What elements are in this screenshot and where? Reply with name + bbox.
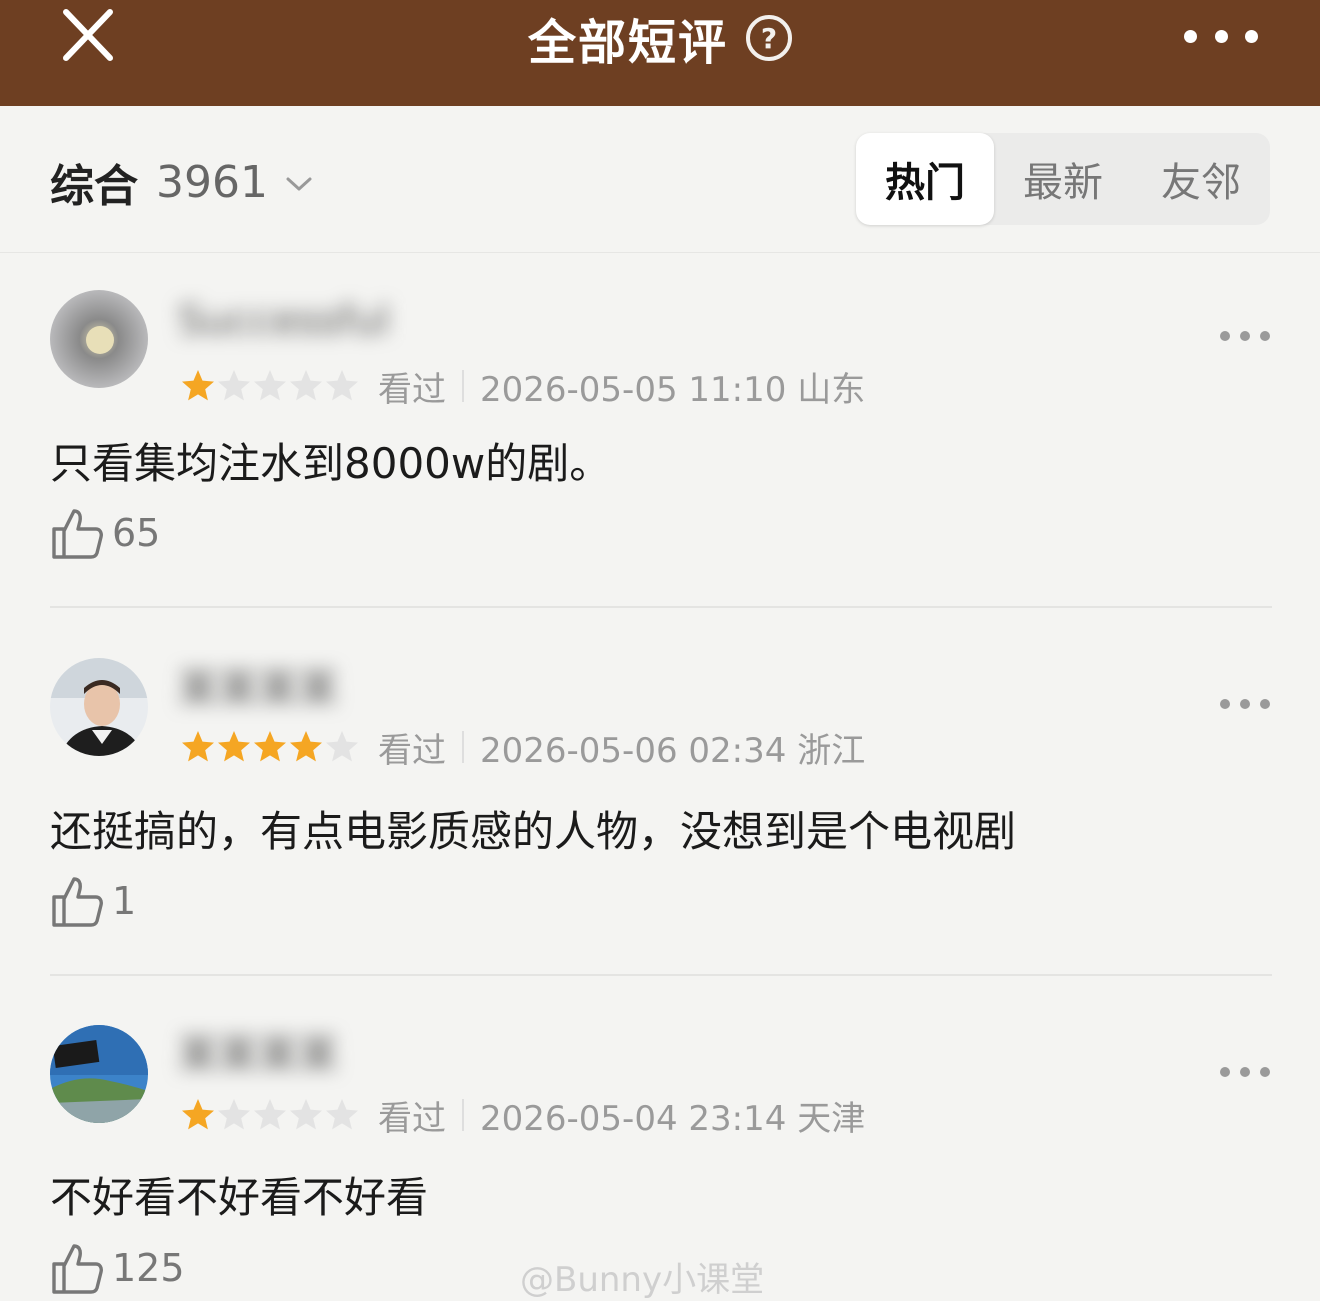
divider — [50, 974, 1272, 976]
divider — [462, 731, 464, 763]
like-count: 1 — [112, 879, 137, 923]
username[interactable]: 某某某某 — [178, 1022, 338, 1092]
star-empty-icon — [218, 1099, 250, 1130]
divider — [50, 606, 1272, 608]
sort-tabs: 热门 最新 友邻 — [856, 133, 1270, 225]
star-filled-icon — [218, 731, 250, 762]
like-button[interactable]: 1 — [50, 873, 136, 929]
thumbs-up-icon — [52, 1244, 103, 1294]
review-content: 还挺搞的，有点电影质感的人物，没想到是个电视剧 — [50, 807, 1017, 856]
like-button[interactable]: 125 — [50, 1240, 185, 1296]
star-filled-icon — [182, 1099, 214, 1130]
review-meta: 看过 2026-05-05 11:10 山东 — [180, 366, 865, 410]
chevron-down-icon — [286, 177, 312, 191]
rating-stars — [180, 368, 360, 404]
review-datetime: 2026-05-04 23:14 天津 — [480, 1098, 866, 1139]
dot-icon — [1240, 1067, 1250, 1077]
watch-status: 看过 — [378, 730, 446, 771]
more-options-button[interactable] — [1184, 24, 1258, 48]
dot-icon — [1220, 331, 1230, 341]
star-filled-icon — [290, 731, 322, 762]
help-icon[interactable]: ? — [746, 15, 792, 61]
username[interactable]: 某某某某 — [178, 656, 338, 726]
dot-icon — [1220, 1067, 1230, 1077]
tab-friends[interactable]: 友邻 — [1132, 133, 1270, 225]
dot-icon — [1220, 699, 1230, 709]
review-count: 3961 — [156, 156, 268, 208]
star-filled-icon — [182, 370, 214, 401]
rating-stars — [180, 729, 360, 765]
title-wrap: 全部短评 ? — [0, 0, 1320, 76]
star-empty-icon — [326, 731, 358, 762]
star-empty-icon — [218, 370, 250, 401]
thumbs-up-icon — [52, 877, 103, 927]
avatar[interactable] — [50, 658, 148, 756]
star-empty-icon — [254, 370, 286, 401]
star-filled-icon — [254, 731, 286, 762]
avatar[interactable] — [50, 1025, 148, 1123]
star-empty-icon — [326, 1099, 358, 1130]
dot-icon — [1214, 29, 1228, 43]
star-empty-icon — [326, 370, 358, 401]
dot-icon — [1260, 699, 1270, 709]
review-more-button[interactable] — [1220, 699, 1270, 713]
review-more-button[interactable] — [1220, 1067, 1270, 1081]
dot-icon — [1245, 29, 1258, 43]
top-bar: 全部短评 ? — [0, 0, 1320, 106]
like-count: 125 — [112, 1246, 185, 1290]
dot-icon — [1260, 331, 1270, 341]
star-empty-icon — [290, 370, 322, 401]
dot-icon — [1240, 331, 1250, 341]
divider — [462, 1099, 464, 1131]
review-more-button[interactable] — [1220, 331, 1270, 345]
divider — [462, 370, 464, 402]
star-empty-icon — [254, 1099, 286, 1130]
review-datetime: 2026-05-06 02:34 浙江 — [480, 730, 866, 771]
tab-hot[interactable]: 热门 — [856, 133, 994, 225]
sort-dropdown[interactable]: 综合 3961 — [50, 150, 314, 214]
review-datetime: 2026-05-05 11:10 山东 — [480, 369, 866, 410]
tab-latest[interactable]: 最新 — [994, 133, 1132, 225]
page-title: 全部短评 — [527, 15, 728, 71]
rating-stars — [180, 1097, 360, 1133]
review-content: 不好看不好看不好看 — [50, 1173, 429, 1222]
dot-icon — [1240, 699, 1250, 709]
like-button[interactable]: 65 — [50, 505, 160, 561]
review-meta: 看过 2026-05-06 02:34 浙江 — [180, 727, 865, 771]
review-content: 只看集均注水到8000w的剧。 — [50, 439, 612, 488]
thumbs-up-icon — [52, 509, 103, 559]
star-filled-icon — [182, 731, 214, 762]
watermark: @Bunny小课堂 — [520, 1260, 765, 1300]
username[interactable]: Successful — [178, 298, 390, 368]
like-count: 65 — [112, 511, 161, 555]
avatar[interactable] — [50, 290, 148, 388]
dot-icon — [1260, 1067, 1270, 1077]
review-meta: 看过 2026-05-04 23:14 天津 — [180, 1095, 865, 1139]
star-empty-icon — [290, 1099, 322, 1130]
watch-status: 看过 — [378, 369, 446, 410]
dot-icon — [1184, 29, 1197, 43]
sort-label: 综合 — [50, 161, 138, 212]
watch-status: 看过 — [378, 1098, 446, 1139]
